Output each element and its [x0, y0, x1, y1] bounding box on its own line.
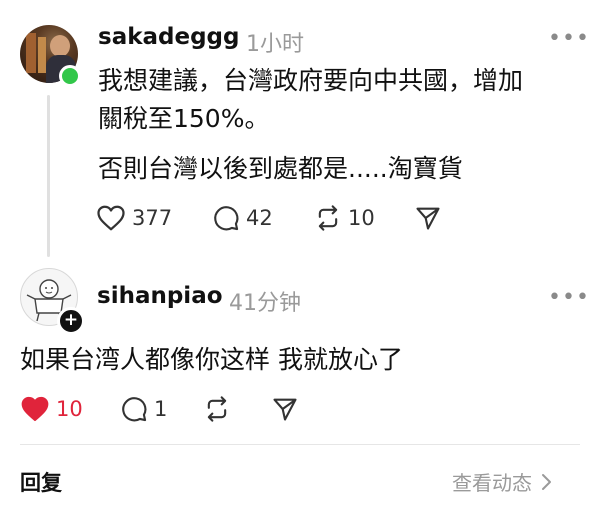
- share-button[interactable]: [414, 204, 442, 232]
- post-time: 1小时: [246, 32, 304, 57]
- view-activity-link[interactable]: 查看动态: [452, 467, 552, 496]
- comment-button[interactable]: 1: [120, 395, 167, 423]
- repost-button[interactable]: [203, 395, 231, 423]
- comment-count: 42: [246, 206, 273, 230]
- repost-count: 10: [348, 206, 375, 230]
- reply-text: 如果台湾人都像你这样 我就放心了: [20, 345, 403, 374]
- send-icon: [416, 207, 440, 230]
- more-options-icon[interactable]: •••: [548, 26, 590, 51]
- post-text-line-1: 我想建議，台灣政府要向中共國，增加: [98, 66, 524, 95]
- comment-button[interactable]: 42: [212, 204, 273, 232]
- share-button[interactable]: [271, 395, 299, 423]
- like-count: 10: [56, 397, 83, 421]
- repost-icon: [318, 205, 338, 231]
- username[interactable]: sakadeggg: [98, 24, 239, 50]
- thread-line: [47, 95, 50, 257]
- comment-icon: [122, 397, 147, 422]
- repost-button[interactable]: 10: [314, 204, 375, 232]
- heart-filled-icon: [21, 396, 49, 422]
- username[interactable]: sihanpiao: [97, 283, 223, 309]
- comment-count: 1: [154, 397, 168, 421]
- heart-outline-icon: [97, 205, 125, 231]
- online-status-dot: [59, 65, 81, 87]
- like-button[interactable]: 377: [96, 204, 172, 232]
- view-activity-label: 查看动态: [452, 471, 532, 495]
- comment-icon: [214, 206, 239, 231]
- divider: [20, 444, 580, 445]
- like-count: 377: [132, 206, 173, 230]
- send-icon: [273, 398, 297, 421]
- more-options-icon[interactable]: •••: [548, 285, 590, 310]
- reply-button[interactable]: 回复: [20, 467, 62, 497]
- post-text-line-2: 關稅至150%。: [98, 104, 270, 133]
- chevron-right-icon: [542, 473, 551, 490]
- like-button-active[interactable]: 10: [20, 395, 83, 423]
- post-text-line-3: 否則台灣以後到處都是.....淘寶貨: [98, 154, 463, 183]
- post-time: 41分钟: [229, 291, 301, 316]
- follow-plus-icon[interactable]: +: [57, 307, 85, 335]
- repost-icon: [207, 396, 227, 422]
